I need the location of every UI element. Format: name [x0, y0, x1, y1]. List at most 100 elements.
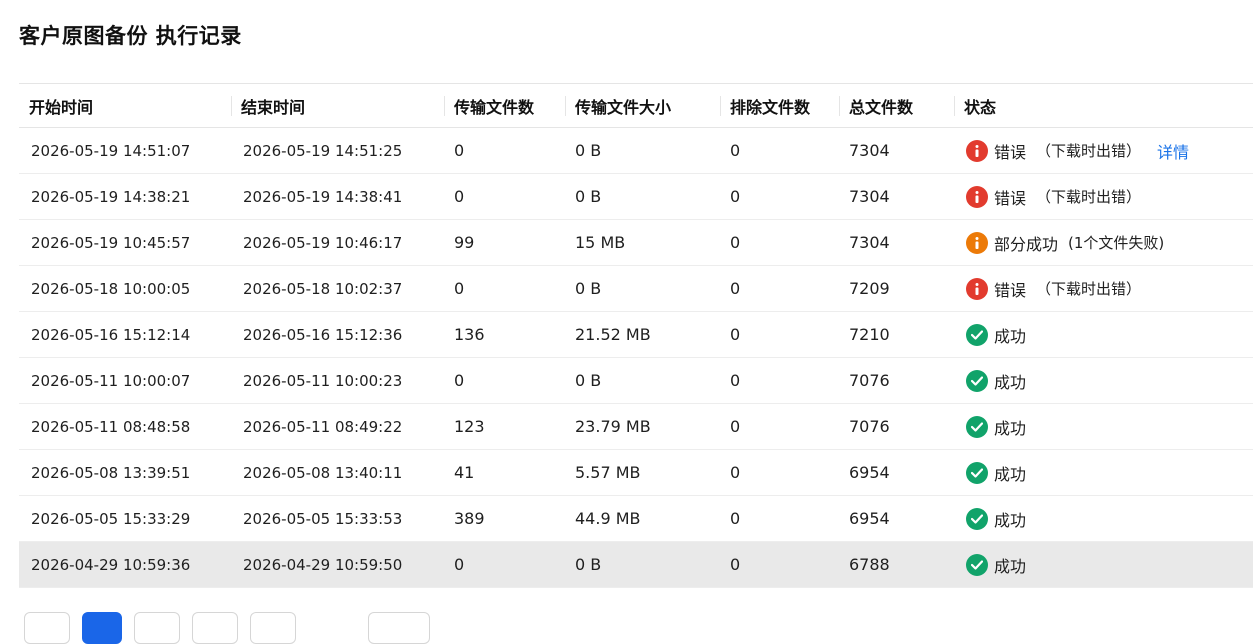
start-time-cell: 2026-05-18 10:00:05 — [31, 279, 191, 298]
pagination — [24, 612, 430, 644]
transferred-count-cell: 0 — [454, 555, 465, 574]
excluded-count-cell: 0 — [730, 417, 741, 436]
status-text: 成功 — [994, 372, 1027, 392]
header-status[interactable]: 状态 — [954, 84, 1253, 128]
end-time-cell: 2026-05-19 14:51:25 — [243, 141, 403, 160]
table-row: 2026-05-18 10:00:05 2026-05-18 10:02:37 0 0… — [19, 266, 1253, 312]
transfer-size-cell: 5.57 MB — [575, 463, 641, 482]
excluded-count-cell: 0 — [730, 555, 741, 574]
success-check-icon — [966, 507, 988, 530]
status-cell: 成功 — [954, 312, 1253, 358]
end-time-cell: 2026-05-18 10:02:37 — [243, 279, 403, 298]
table-row: 2026-05-11 08:48:58 2026-05-11 08:49:22 12… — [19, 404, 1253, 450]
transferred-count-cell: 389 — [454, 509, 485, 528]
excluded-count-cell: 0 — [730, 509, 741, 528]
end-time-cell: 2026-05-05 15:33:53 — [243, 509, 403, 528]
transferred-count-cell: 123 — [454, 417, 485, 436]
total-count-cell: 6954 — [849, 463, 890, 482]
header-end-time[interactable]: 结束时间 — [231, 84, 444, 128]
status-reason: （下载时出错） — [1036, 142, 1142, 160]
header-transferred-files[interactable]: 传输文件数 — [444, 84, 565, 128]
transferred-count-cell: 0 — [454, 141, 465, 160]
status-text: 成功 — [994, 326, 1027, 346]
table-row: 2026-05-19 10:45:57 2026-05-19 10:46:17 99… — [19, 220, 1253, 266]
prev-page-button[interactable] — [24, 612, 70, 644]
table-header-row: 开始时间 结束时间 传输文件数 传输文件大小 排除文件数 总文件数 状态 — [19, 83, 1253, 128]
start-time-cell: 2026-05-11 10:00:07 — [31, 371, 191, 390]
start-time-cell: 2026-04-29 10:59:36 — [31, 555, 191, 574]
page-button-current[interactable] — [82, 612, 122, 644]
total-count-cell: 6954 — [849, 509, 890, 528]
next-page-button[interactable] — [250, 612, 296, 644]
transfer-size-cell: 21.52 MB — [575, 325, 651, 344]
excluded-count-cell: 0 — [730, 279, 741, 298]
excluded-count-cell: 0 — [730, 371, 741, 390]
start-time-cell: 2026-05-19 14:51:07 — [31, 141, 191, 160]
success-check-icon — [966, 369, 988, 392]
page-button[interactable] — [192, 612, 238, 644]
start-time-cell: 2026-05-08 13:39:51 — [31, 463, 191, 482]
transfer-size-cell: 0 B — [575, 279, 602, 298]
transferred-count-cell: 0 — [454, 279, 465, 298]
start-time-cell: 2026-05-19 14:38:21 — [31, 187, 191, 206]
status-cell: 错误 （下载时出错） — [954, 266, 1253, 312]
header-excluded-files[interactable]: 排除文件数 — [720, 84, 839, 128]
total-count-cell: 7304 — [849, 187, 890, 206]
status-cell: 成功 — [954, 450, 1253, 496]
total-count-cell: 7210 — [849, 325, 890, 344]
total-count-cell: 7209 — [849, 279, 890, 298]
success-check-icon — [966, 461, 988, 484]
transferred-count-cell: 0 — [454, 371, 465, 390]
transfer-size-cell: 0 B — [575, 555, 602, 574]
transfer-size-cell: 0 B — [575, 187, 602, 206]
warning-info-icon — [966, 231, 988, 254]
table-row: 2026-05-05 15:33:29 2026-05-05 15:33:53 38… — [19, 496, 1253, 542]
status-text: 成功 — [994, 556, 1027, 576]
start-time-cell: 2026-05-11 08:48:58 — [31, 417, 191, 436]
status-reason: (1个文件失败) — [1068, 234, 1165, 252]
page-title: 客户原图备份 执行记录 — [19, 24, 242, 48]
status-cell: 部分成功 (1个文件失败) — [954, 220, 1253, 266]
header-total-files[interactable]: 总文件数 — [839, 84, 954, 128]
transferred-count-cell: 41 — [454, 463, 475, 482]
status-cell: 成功 — [954, 496, 1253, 542]
table-row: 2026-05-16 15:12:14 2026-05-16 15:12:36 13… — [19, 312, 1253, 358]
success-check-icon — [966, 553, 988, 576]
transfer-size-cell: 0 B — [575, 371, 602, 390]
end-time-cell: 2026-05-08 13:40:11 — [243, 463, 403, 482]
header-transfer-size[interactable]: 传输文件大小 — [565, 84, 720, 128]
transferred-count-cell: 136 — [454, 325, 485, 344]
status-cell: 成功 — [954, 358, 1253, 404]
success-check-icon — [966, 323, 988, 346]
total-count-cell: 6788 — [849, 555, 890, 574]
total-count-cell: 7304 — [849, 233, 890, 252]
start-time-cell: 2026-05-19 10:45:57 — [31, 233, 191, 252]
end-time-cell: 2026-05-11 10:00:23 — [243, 371, 403, 390]
transfer-size-cell: 44.9 MB — [575, 509, 641, 528]
end-time-cell: 2026-05-11 08:49:22 — [243, 417, 403, 436]
transfer-size-cell: 23.79 MB — [575, 417, 651, 436]
table-row: 2026-05-11 10:00:07 2026-05-11 10:00:23 0 0… — [19, 358, 1253, 404]
status-text: 成功 — [994, 418, 1027, 438]
status-text: 成功 — [994, 510, 1027, 530]
transfer-size-cell: 15 MB — [575, 233, 626, 252]
page-size-select[interactable] — [368, 612, 430, 644]
total-count-cell: 7076 — [849, 417, 890, 436]
header-start-time[interactable]: 开始时间 — [19, 84, 231, 128]
excluded-count-cell: 0 — [730, 141, 741, 160]
total-count-cell: 7304 — [849, 141, 890, 160]
end-time-cell: 2026-04-29 10:59:50 — [243, 555, 403, 574]
start-time-cell: 2026-05-05 15:33:29 — [31, 509, 191, 528]
excluded-count-cell: 0 — [730, 233, 741, 252]
status-text: 错误 — [994, 142, 1027, 162]
execution-records-table: 开始时间 结束时间 传输文件数 传输文件大小 排除文件数 总文件数 状态 202… — [19, 83, 1253, 588]
transfer-size-cell: 0 B — [575, 141, 602, 160]
page-button[interactable] — [134, 612, 180, 644]
status-text: 成功 — [994, 464, 1027, 484]
details-link[interactable]: 详情 — [1157, 139, 1189, 163]
end-time-cell: 2026-05-19 14:38:41 — [243, 187, 403, 206]
excluded-count-cell: 0 — [730, 187, 741, 206]
total-count-cell: 7076 — [849, 371, 890, 390]
table-row: 2026-05-19 14:38:21 2026-05-19 14:38:41 0 0… — [19, 174, 1253, 220]
excluded-count-cell: 0 — [730, 325, 741, 344]
